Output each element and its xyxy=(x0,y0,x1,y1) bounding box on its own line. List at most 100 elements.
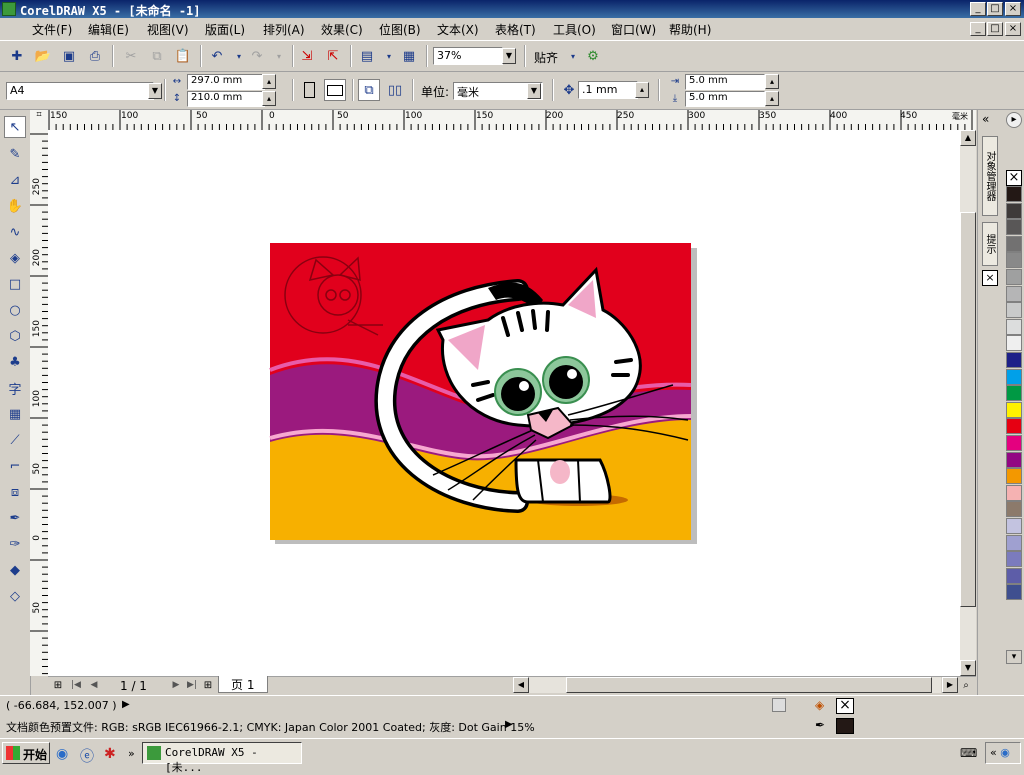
palette-scroll-down-icon[interactable]: ▾ xyxy=(1006,650,1022,664)
redo-dropdown-icon[interactable]: ▾ xyxy=(268,45,290,67)
interactive-fill-icon[interactable]: ◇ xyxy=(4,585,26,607)
blend-tool-icon[interactable]: ⧈ xyxy=(4,481,26,503)
page-height-field[interactable]: 210.0 mm xyxy=(187,91,265,107)
nudge-distance-field[interactable]: .1 mm xyxy=(578,81,638,99)
color-swatch[interactable] xyxy=(1006,269,1022,285)
nudge-spin[interactable]: ▴ xyxy=(635,82,649,98)
page-width-field[interactable]: 297.0 mm xyxy=(187,74,265,90)
vertical-ruler[interactable]: 250 200 150 100 50 0 50 xyxy=(30,130,49,676)
add-page-before-icon[interactable]: ⊞ xyxy=(50,677,66,693)
all-pages-icon[interactable]: ⧉ xyxy=(358,79,380,101)
landscape-icon[interactable] xyxy=(324,79,346,101)
menu-text[interactable]: 文本(X) xyxy=(437,21,479,38)
color-swatch[interactable] xyxy=(1006,518,1022,534)
color-swatch[interactable] xyxy=(1006,385,1022,402)
color-swatch[interactable] xyxy=(1006,219,1022,236)
docker-close-icon[interactable]: × xyxy=(982,270,998,286)
network-icon[interactable]: ◉ xyxy=(1000,746,1010,759)
color-swatch[interactable] xyxy=(1006,318,1022,335)
doc-minimize-button[interactable]: _ xyxy=(970,22,986,36)
welcome-screen-icon[interactable]: ▦ xyxy=(398,45,420,67)
rectangle-tool-icon[interactable]: □ xyxy=(4,273,26,295)
quicklaunch-expand-icon[interactable]: » xyxy=(128,747,135,760)
scroll-down-arrow[interactable]: ▼ xyxy=(960,660,976,676)
copy-icon[interactable]: ⧉ xyxy=(146,45,168,67)
print-icon[interactable]: ⎙ xyxy=(84,45,106,67)
portrait-icon[interactable] xyxy=(298,79,320,101)
text-tool-icon[interactable]: 字 xyxy=(4,377,26,399)
duplicate-distance-x-field[interactable]: 5.0 mm xyxy=(685,74,765,90)
outline-pen-icon[interactable]: ✑ xyxy=(4,533,26,555)
menu-bitmaps[interactable]: 位图(B) xyxy=(379,21,421,38)
first-page-icon[interactable]: |◀ xyxy=(68,677,84,693)
page-height-spin[interactable]: ▴ xyxy=(262,91,276,106)
polygon-tool-icon[interactable]: ⬡ xyxy=(4,325,26,347)
navigator-icon[interactable]: ⌕ xyxy=(958,677,974,693)
menu-window[interactable]: 窗口(W) xyxy=(611,21,656,38)
page-size-dropdown-arrow[interactable]: ▼ xyxy=(148,83,162,99)
outline-color-indicator[interactable] xyxy=(836,718,854,734)
color-swatch[interactable] xyxy=(1006,584,1022,601)
color-swatch[interactable] xyxy=(1006,534,1022,551)
eyedropper-tool-icon[interactable]: ✒ xyxy=(4,507,26,529)
menu-edit[interactable]: 编辑(E) xyxy=(88,21,129,38)
snap-dropdown-icon[interactable]: ▾ xyxy=(562,45,584,67)
horizontal-scroll-thumb[interactable] xyxy=(566,677,932,693)
profile-arrow-icon[interactable]: ▶ xyxy=(505,719,513,730)
doc-restore-button[interactable]: □ xyxy=(987,22,1003,36)
menu-effects[interactable]: 效果(C) xyxy=(321,21,363,38)
freehand-tool-icon[interactable]: ∿ xyxy=(4,221,26,243)
color-swatch[interactable] xyxy=(1006,352,1022,368)
color-swatch[interactable] xyxy=(1006,468,1022,485)
color-swatch[interactable] xyxy=(1006,501,1022,518)
drawing-canvas[interactable] xyxy=(48,130,960,676)
palette-scroll-up-icon[interactable]: ▸ xyxy=(1006,112,1022,128)
page-size-select[interactable]: A4 xyxy=(6,82,154,100)
export-icon[interactable]: ⇱ xyxy=(322,45,344,67)
redo-icon[interactable]: ↷ xyxy=(246,45,268,67)
connector-tool-icon[interactable]: ⌐ xyxy=(4,455,26,477)
color-swatch[interactable] xyxy=(1006,551,1022,568)
scroll-right-arrow[interactable]: ▶ xyxy=(942,677,958,693)
color-swatch[interactable] xyxy=(1006,368,1022,385)
duplicate-distance-y-field[interactable]: 5.0 mm xyxy=(685,91,765,107)
tray-expand-icon[interactable]: « xyxy=(990,746,997,759)
docker-collapse-icon[interactable]: « xyxy=(982,112,989,126)
chrome-icon[interactable]: ◉ xyxy=(56,746,68,762)
ellipse-tool-icon[interactable]: ○ xyxy=(4,299,26,321)
pan-tool-icon[interactable]: ✋ xyxy=(4,195,26,217)
color-swatch[interactable] xyxy=(1006,285,1022,302)
page-tab[interactable]: 页 1 xyxy=(218,676,268,693)
scroll-up-arrow[interactable]: ▲ xyxy=(960,130,976,146)
menu-table[interactable]: 表格(T) xyxy=(495,21,536,38)
vertical-scrollbar[interactable]: ▲ ▼ xyxy=(960,130,976,676)
color-swatch[interactable] xyxy=(1006,567,1022,584)
add-page-after-icon[interactable]: ⊞ xyxy=(200,677,216,693)
menu-help[interactable]: 帮助(H) xyxy=(669,21,711,38)
next-page-icon[interactable]: ▶ xyxy=(168,677,184,693)
keyboard-tray-icon[interactable]: ⌨ xyxy=(960,746,977,760)
units-dropdown-arrow[interactable]: ▼ xyxy=(527,83,541,99)
bitmap-icon[interactable] xyxy=(772,698,786,712)
undo-icon[interactable]: ↶ xyxy=(206,45,228,67)
color-swatch[interactable] xyxy=(1006,335,1022,352)
tab-hints[interactable]: 提示 xyxy=(982,222,998,266)
close-button[interactable]: × xyxy=(1005,2,1021,16)
no-fill-swatch-icon[interactable]: × xyxy=(1006,170,1022,186)
color-swatch[interactable] xyxy=(1006,202,1022,219)
shape-tool-icon[interactable]: ✎ xyxy=(4,143,26,165)
maximize-button[interactable]: □ xyxy=(987,2,1003,16)
save-icon[interactable]: ▣ xyxy=(58,45,80,67)
start-button[interactable]: 开始 xyxy=(2,742,50,764)
taskbar-coreldraw-button[interactable]: CorelDRAW X5 - [未... xyxy=(142,742,302,774)
duplicate-y-spin[interactable]: ▴ xyxy=(765,91,779,106)
color-swatch[interactable] xyxy=(1006,401,1022,418)
cut-icon[interactable]: ✂ xyxy=(120,45,142,67)
menu-view[interactable]: 视图(V) xyxy=(147,21,189,38)
pick-tool-icon[interactable]: ↖ xyxy=(4,116,26,138)
color-swatch[interactable] xyxy=(1006,484,1022,501)
table-tool-icon[interactable]: ▦ xyxy=(4,403,26,425)
fill-none-indicator[interactable]: × xyxy=(836,698,854,714)
smart-fill-icon[interactable]: ◈ xyxy=(4,247,26,269)
color-swatch[interactable] xyxy=(1006,186,1022,202)
